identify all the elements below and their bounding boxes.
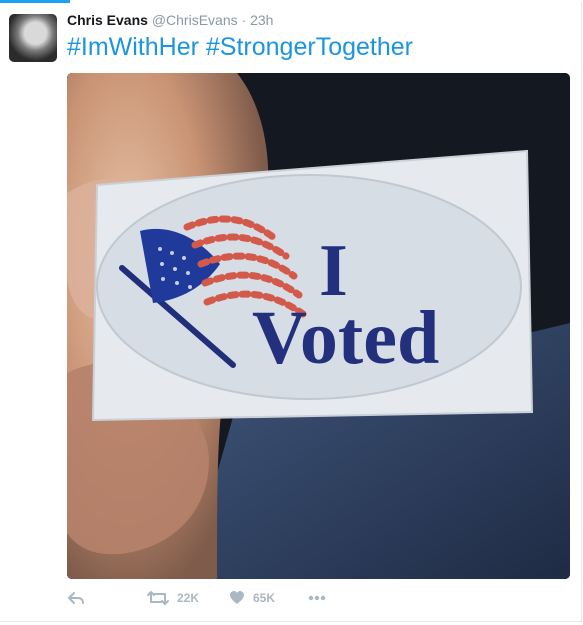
separator: · <box>241 12 247 28</box>
tweet-text[interactable]: #ImWithHer #StrongerTogether <box>67 32 413 62</box>
timestamp[interactable]: 23h <box>250 12 273 28</box>
more-options-button[interactable] <box>307 590 327 606</box>
like-count: 65K <box>253 590 276 605</box>
tweet-media-photo[interactable]: I Voted <box>67 73 570 579</box>
more-icon <box>307 590 327 606</box>
retweet-count: 22K <box>177 591 200 605</box>
reply-button[interactable] <box>67 590 85 606</box>
heart-icon <box>229 590 245 605</box>
like-button[interactable]: 65K <box>229 590 275 605</box>
author-handle[interactable]: @ChrisEvans <box>152 12 238 28</box>
author-name[interactable]: Chris Evans <box>67 12 148 28</box>
avatar[interactable] <box>9 14 57 62</box>
photo-content: I Voted <box>67 73 570 579</box>
i-voted-sticker: I Voted <box>91 149 534 422</box>
retweet-button[interactable]: 22K <box>147 590 199 606</box>
retweet-icon <box>147 590 169 606</box>
tweet-header: Chris Evans @ChrisEvans · 23h <box>67 12 273 28</box>
sticker-text-voted: Voted <box>252 296 439 380</box>
tweet-actions: 22K 65K <box>67 590 367 610</box>
reply-icon <box>67 590 85 606</box>
